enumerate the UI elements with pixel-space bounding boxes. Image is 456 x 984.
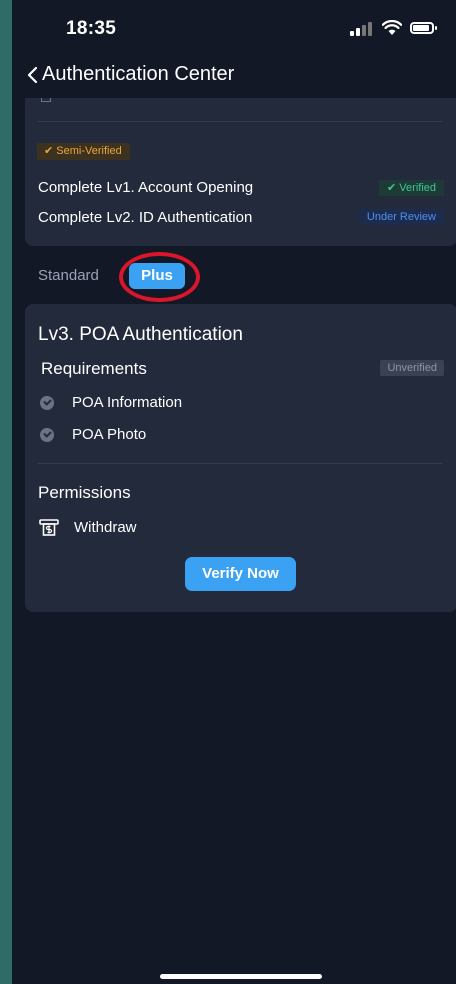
requirements-heading: Requirements <box>41 359 147 378</box>
lv1-status-badge: ✔ Verified <box>379 180 444 196</box>
divider <box>37 463 443 464</box>
battery-icon <box>410 22 437 34</box>
checkbox-icon <box>41 98 51 102</box>
divider <box>37 121 443 122</box>
level-summary-card: ✔ Semi-Verified Complete Lv1. Account Op… <box>25 98 456 246</box>
page-title: Authentication Center <box>42 63 235 85</box>
signal-icon <box>350 22 374 36</box>
semi-verified-badge: ✔ Semi-Verified <box>37 143 130 160</box>
check-circle-icon <box>40 396 54 410</box>
verify-now-button[interactable]: Verify Now <box>185 557 296 591</box>
lv3-status-badge: Unverified <box>380 360 444 376</box>
lv3-card: Lv3. POA Authentication Requirements Unv… <box>25 304 456 612</box>
permissions-heading: Permissions <box>38 483 131 502</box>
status-bar: 18:35 <box>12 0 456 56</box>
status-icons <box>338 19 438 39</box>
wifi-icon <box>382 20 402 35</box>
app-screen: 18:35 Authentication Center ✔ Semi-Verif… <box>12 0 456 984</box>
highlight-circle-annotation <box>119 252 200 302</box>
home-indicator[interactable] <box>160 974 322 979</box>
lv1-label: Complete Lv1. Account Opening <box>38 179 254 196</box>
header: Authentication Center <box>12 56 456 98</box>
requirement-label: POA Photo <box>72 426 147 443</box>
lv3-title: Lv3. POA Authentication <box>38 324 243 345</box>
lv2-label: Complete Lv2. ID Authentication <box>38 209 253 226</box>
withdraw-icon <box>39 519 59 536</box>
requirement-label: POA Information <box>72 394 183 411</box>
withdraw-label: Withdraw <box>74 519 137 536</box>
lv2-status-badge: Under Review <box>358 209 444 225</box>
check-circle-icon <box>40 428 54 442</box>
status-time: 18:35 <box>66 18 117 39</box>
tab-standard[interactable]: Standard <box>38 267 99 284</box>
